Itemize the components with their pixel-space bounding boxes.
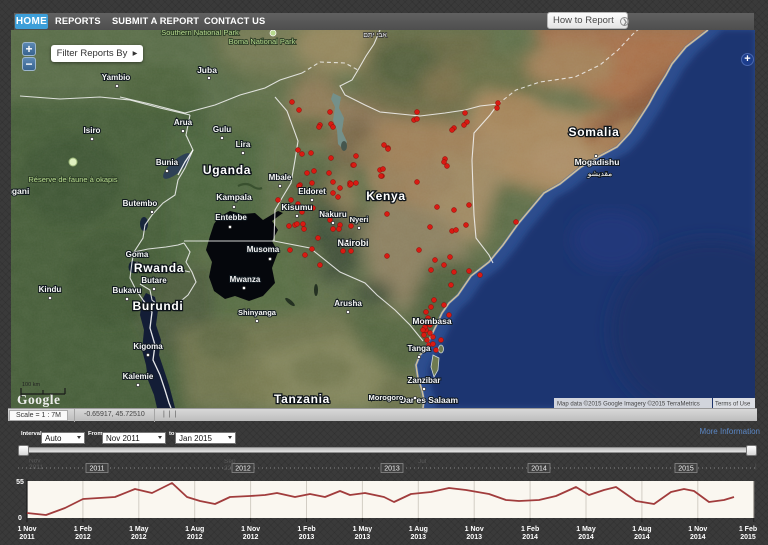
svg-text:2013: 2013 bbox=[466, 534, 482, 541]
svg-text:1 Nov: 1 Nov bbox=[465, 526, 484, 533]
svg-text:Kigoma: Kigoma bbox=[133, 342, 163, 351]
svg-text:Kisumu: Kisumu bbox=[281, 202, 312, 212]
svg-text:Eldoret: Eldoret bbox=[298, 187, 326, 196]
svg-text:2011: 2011 bbox=[19, 534, 34, 541]
svg-text:Nakuru: Nakuru bbox=[319, 210, 347, 219]
svg-text:2012: 2012 bbox=[131, 534, 147, 541]
svg-text:Goma: Goma bbox=[126, 250, 149, 259]
svg-text:Yambio: Yambio bbox=[102, 73, 131, 82]
svg-text:Butembo: Butembo bbox=[123, 199, 158, 208]
svg-text:Burundi: Burundi bbox=[133, 299, 184, 313]
svg-text:1 May: 1 May bbox=[353, 526, 373, 533]
svg-text:Kalemie: Kalemie bbox=[123, 372, 154, 381]
svg-text:Musoma: Musoma bbox=[247, 245, 280, 254]
svg-text:100 km: 100 km bbox=[22, 382, 40, 388]
svg-text:|: | bbox=[755, 463, 757, 470]
svg-text:Tanzania: Tanzania bbox=[274, 392, 330, 406]
svg-text:Kisangani: Kisangani bbox=[11, 186, 29, 196]
svg-text:2014: 2014 bbox=[634, 534, 650, 541]
svg-text:2012: 2012 bbox=[243, 534, 259, 541]
svg-text:Shinyanga: Shinyanga bbox=[238, 308, 277, 317]
svg-text:Southern National Park: Southern National Park bbox=[161, 30, 239, 37]
svg-text:Nairobi: Nairobi bbox=[337, 238, 368, 248]
svg-text:Kenya: Kenya bbox=[366, 189, 406, 203]
svg-text:1 Aug: 1 Aug bbox=[185, 526, 204, 533]
svg-text:Arusha: Arusha bbox=[334, 299, 362, 308]
svg-text:2013: 2013 bbox=[411, 534, 427, 541]
svg-text:2014: 2014 bbox=[522, 534, 538, 541]
svg-text:Bunia: Bunia bbox=[156, 158, 179, 167]
svg-text:Kindu: Kindu bbox=[39, 285, 62, 294]
svg-text:Mbale: Mbale bbox=[269, 173, 292, 182]
svg-text:2013: 2013 bbox=[299, 534, 315, 541]
svg-text:1 May: 1 May bbox=[576, 526, 596, 533]
svg-text:Isiro: Isiro bbox=[84, 126, 101, 135]
svg-text:Mwanza: Mwanza bbox=[230, 275, 261, 284]
svg-text:Terms of Use: Terms of Use bbox=[715, 402, 751, 408]
svg-text:Morogoro: Morogoro bbox=[369, 393, 404, 402]
svg-text:Gulu: Gulu bbox=[213, 125, 231, 134]
svg-text:2014: 2014 bbox=[578, 534, 594, 541]
svg-text:2013: 2013 bbox=[355, 534, 371, 541]
svg-text:1 Feb: 1 Feb bbox=[521, 526, 539, 533]
svg-text:Réserve de faune à okapis: Réserve de faune à okapis bbox=[28, 175, 117, 184]
svg-text:1 Nov: 1 Nov bbox=[17, 526, 36, 533]
svg-text:Arua: Arua bbox=[174, 118, 193, 127]
svg-text:Zanzibar: Zanzibar bbox=[408, 376, 441, 385]
svg-text:Kampala: Kampala bbox=[216, 192, 252, 202]
svg-text:2012: 2012 bbox=[75, 534, 91, 541]
svg-text:1 Feb: 1 Feb bbox=[739, 526, 757, 533]
svg-text:Bukavu: Bukavu bbox=[113, 286, 142, 295]
svg-text:Juba: Juba bbox=[197, 65, 217, 75]
svg-text:Dar es Salaam: Dar es Salaam bbox=[400, 395, 459, 405]
svg-text:2014: 2014 bbox=[690, 534, 706, 541]
svg-text:1 Aug: 1 Aug bbox=[632, 526, 651, 533]
svg-text:Butare: Butare bbox=[141, 276, 167, 285]
svg-text:אבי יתם: אבי יתם bbox=[363, 32, 387, 39]
svg-text:Map data ©2015 Google Imagery: Map data ©2015 Google Imagery ©2015 Terr… bbox=[557, 401, 700, 408]
svg-text:Tanga: Tanga bbox=[408, 344, 432, 353]
svg-text:Mombasa: Mombasa bbox=[412, 316, 451, 326]
svg-text:1 Aug: 1 Aug bbox=[409, 526, 428, 533]
svg-text:Boma National Park: Boma National Park bbox=[229, 37, 296, 46]
svg-text:Mogadishu: Mogadishu bbox=[575, 157, 620, 167]
svg-text:1 Nov: 1 Nov bbox=[241, 526, 260, 533]
svg-text:Jul: Jul bbox=[418, 459, 427, 465]
svg-text:1 Feb: 1 Feb bbox=[74, 526, 92, 533]
svg-text:مقديشو: مقديشو bbox=[587, 169, 612, 178]
svg-text:Entebbe: Entebbe bbox=[215, 213, 247, 222]
svg-text:Rwanda: Rwanda bbox=[134, 261, 184, 275]
svg-text:1 May: 1 May bbox=[129, 526, 149, 533]
svg-text:Lira: Lira bbox=[236, 140, 251, 149]
svg-text:1 Nov: 1 Nov bbox=[688, 526, 707, 533]
svg-text:Uganda: Uganda bbox=[203, 163, 251, 177]
svg-text:2015: 2015 bbox=[740, 534, 756, 541]
svg-text:1 Feb: 1 Feb bbox=[297, 526, 315, 533]
svg-text:Somalia: Somalia bbox=[569, 125, 620, 139]
svg-text:55: 55 bbox=[16, 479, 24, 486]
svg-text:0: 0 bbox=[18, 515, 22, 522]
svg-text:2012: 2012 bbox=[187, 534, 203, 541]
svg-text:Nyeri: Nyeri bbox=[350, 215, 369, 224]
